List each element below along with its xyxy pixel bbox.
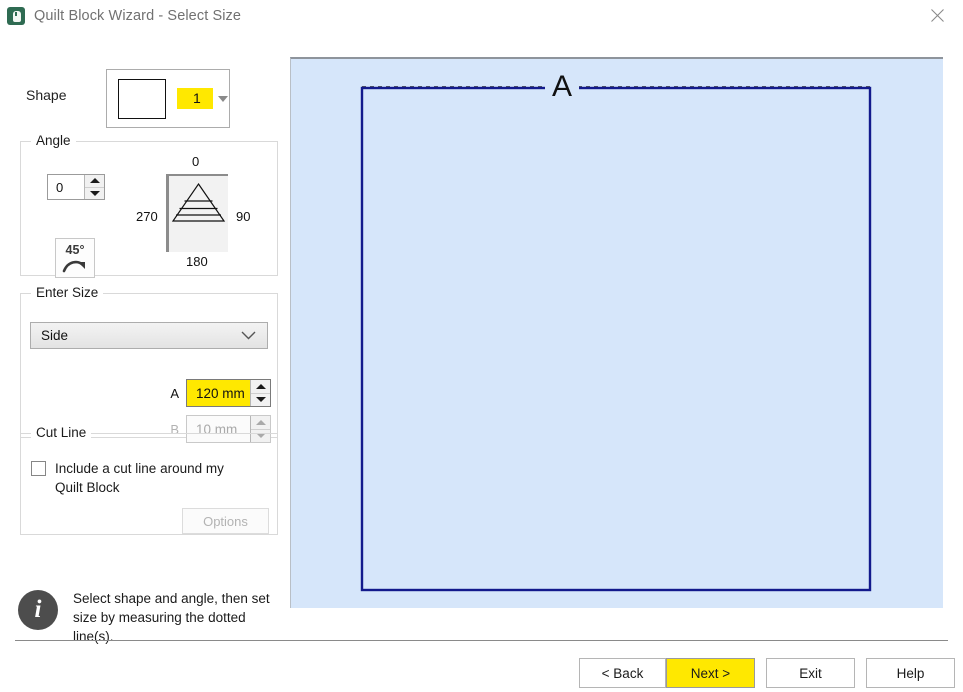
- triangle-up-icon: [255, 419, 266, 425]
- angle-dial-label-left: 270: [136, 209, 158, 224]
- shape-number-value: 1: [177, 88, 213, 109]
- angle-dial-label-top: 0: [192, 154, 200, 169]
- size-mode-select[interactable]: Side: [30, 322, 268, 349]
- footer-buttons: < Back Next > Exit Help: [0, 658, 963, 692]
- close-icon[interactable]: [915, 0, 959, 31]
- shape-selector[interactable]: 1: [106, 69, 230, 128]
- size-a-increment-button[interactable]: [251, 380, 270, 393]
- angle-group: Angle 0 45° 0 90 180 270: [20, 133, 278, 278]
- enter-size-group-legend: Enter Size: [31, 285, 104, 300]
- square-shape-icon: [118, 78, 166, 119]
- cut-line-checkbox-label: Include a cut line around my Quilt Block: [55, 461, 224, 495]
- info-icon: i: [18, 590, 58, 630]
- size-b-increment-button: [251, 416, 270, 429]
- hint-text: Select shape and angle, then set size by…: [73, 591, 270, 644]
- angle-value[interactable]: 0: [48, 175, 84, 199]
- cut-line-group: Cut Line Include a cut line around my Qu…: [20, 425, 278, 535]
- angle-decrement-button[interactable]: [85, 186, 104, 200]
- exit-button[interactable]: Exit: [766, 658, 855, 688]
- cut-line-options-button: Options: [182, 508, 269, 534]
- hint-row: i Select shape and angle, then set size …: [18, 589, 280, 646]
- cut-line-checkbox[interactable]: [31, 461, 46, 476]
- angle-stepper-buttons: [84, 175, 104, 199]
- rotate-45-button[interactable]: 45°: [55, 238, 95, 278]
- quilt-block-app-icon: [7, 6, 25, 25]
- size-field-a-row: A 120 mm: [163, 379, 271, 407]
- chevron-down-icon[interactable]: [217, 95, 228, 102]
- footer-divider: [15, 640, 948, 641]
- settings-panel: Shape 1 Angle 0 45° 0 90 180 270 Enter S…: [0, 31, 290, 644]
- measure-label-a: A: [545, 70, 580, 104]
- shape-row: Shape 1: [0, 69, 290, 129]
- triangle-up-icon: [255, 383, 266, 389]
- angle-dial-label-right: 90: [236, 209, 251, 224]
- triangle-down-icon: [89, 190, 100, 196]
- pyramid-triangle-preview: [166, 174, 228, 252]
- size-field-a[interactable]: 120 mm: [186, 379, 271, 407]
- cut-line-checkbox-row[interactable]: Include a cut line around my Quilt Block: [31, 459, 271, 497]
- enter-size-group: Enter Size Side A 120 mm B 10 mm: [20, 285, 278, 443]
- next-button[interactable]: Next >: [666, 658, 755, 688]
- block-preview-canvas[interactable]: A: [290, 57, 943, 608]
- quilt-block-wizard-window: Quilt Block Wizard - Select Size Shape 1…: [0, 0, 963, 692]
- size-a-decrement-button[interactable]: [251, 392, 270, 407]
- window-title: Quilt Block Wizard - Select Size: [34, 7, 242, 24]
- chevron-down-icon: [241, 327, 256, 345]
- back-button[interactable]: < Back: [579, 658, 666, 688]
- title-bar: Quilt Block Wizard - Select Size: [0, 0, 963, 31]
- size-field-a-value[interactable]: 120 mm: [187, 380, 250, 406]
- size-field-a-stepper: [250, 380, 270, 406]
- angle-group-legend: Angle: [31, 133, 76, 148]
- shape-label: Shape: [26, 87, 67, 103]
- angle-dial-label-bottom: 180: [186, 254, 208, 269]
- help-button[interactable]: Help: [866, 658, 955, 688]
- cut-line-group-legend: Cut Line: [31, 425, 92, 440]
- angle-stepper[interactable]: 0: [47, 174, 105, 200]
- size-field-a-letter: A: [170, 385, 179, 401]
- rotate-45-label: 45°: [65, 242, 85, 257]
- rotate-clockwise-icon: [62, 260, 85, 272]
- triangle-up-icon: [89, 178, 100, 184]
- size-mode-value: Side: [41, 328, 69, 343]
- angle-dial[interactable]: 0 90 180 270: [136, 152, 269, 272]
- triangle-down-icon: [255, 397, 266, 403]
- angle-increment-button[interactable]: [85, 175, 104, 187]
